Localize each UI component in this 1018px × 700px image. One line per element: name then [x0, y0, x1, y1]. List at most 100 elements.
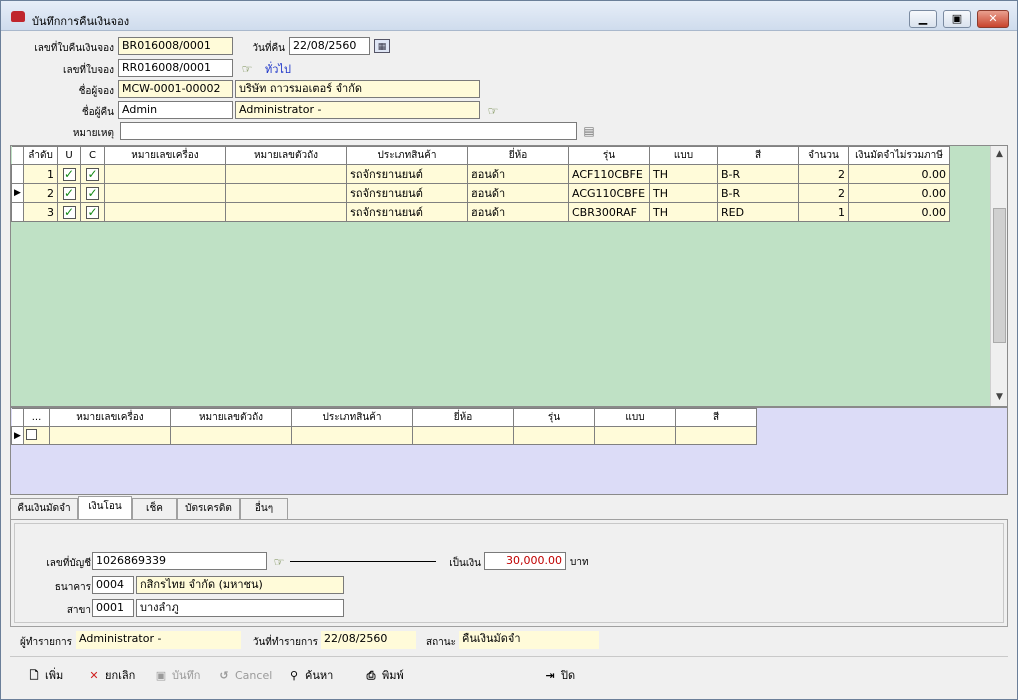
col-chassis-no[interactable]: หมายเลขตัวถัง: [170, 408, 292, 427]
remark-field[interactable]: [120, 122, 577, 140]
col-c[interactable]: C: [80, 146, 105, 165]
return-date-field[interactable]: 22/08/2560: [289, 37, 370, 55]
booker-name-field[interactable]: บริษัท ถาวรมอเตอร์ จำกัด: [235, 80, 480, 98]
col-chassis-no[interactable]: หมายเลขตัวถัง: [225, 146, 347, 165]
u-checkbox[interactable]: ✓: [62, 186, 76, 200]
cell-style: TH: [649, 164, 718, 184]
add-button[interactable]: 🗋 เพิ่ม: [26, 667, 64, 685]
select-checkbox[interactable]: [26, 428, 37, 440]
cell-type[interactable]: [291, 426, 413, 445]
col-deposit[interactable]: เงินมัดจำไม่รวมภาษี: [848, 146, 950, 165]
cell-chassis[interactable]: [225, 164, 347, 184]
u-checkbox[interactable]: ✓: [62, 205, 76, 219]
cell-chassis[interactable]: [225, 183, 347, 203]
col-qty[interactable]: จำนวน: [798, 146, 849, 165]
search-button[interactable]: ⚲ ค้นหา: [286, 667, 333, 685]
close-button[interactable]: ⇥ ปิด: [542, 667, 575, 685]
scrollbar-thumb[interactable]: [993, 208, 1006, 343]
cell-engine[interactable]: [104, 183, 226, 203]
account-lookup-icon[interactable]: ☞: [271, 555, 287, 569]
branch-code-field[interactable]: 0001: [92, 599, 134, 617]
table-row[interactable]: ▶: [11, 426, 757, 445]
print-button[interactable]: ⎙ พิมพ์: [363, 667, 404, 685]
booking-no-field[interactable]: RR016008/0001: [118, 59, 233, 77]
cell-deposit[interactable]: 0.00: [848, 183, 950, 203]
cell-color[interactable]: [675, 426, 757, 445]
cell-deposit[interactable]: 0.00: [848, 202, 950, 222]
col-color[interactable]: สี: [675, 408, 757, 427]
tab-credit-card[interactable]: บัตรเครดิต: [177, 498, 240, 519]
cell-u[interactable]: ✓: [57, 164, 81, 184]
tab-deposit-return[interactable]: คืนเงินมัดจำ: [10, 498, 78, 519]
cell-c[interactable]: ✓: [80, 202, 105, 222]
items-vertical-scrollbar[interactable]: ▲ ▼: [990, 146, 1007, 406]
col-style[interactable]: แบบ: [649, 146, 718, 165]
cell-c[interactable]: ✓: [80, 183, 105, 203]
cell-select[interactable]: [23, 426, 50, 445]
col-brand[interactable]: ยี่ห้อ: [467, 146, 569, 165]
branch-name-field[interactable]: บางลำภู: [136, 599, 344, 617]
col-engine-no[interactable]: หมายเลขเครื่อง: [104, 146, 226, 165]
scroll-up-icon[interactable]: ▲: [991, 146, 1008, 163]
branch-label: สาขา: [66, 605, 91, 616]
maximize-button[interactable]: ▣: [943, 10, 971, 28]
returner-lookup-icon[interactable]: ☞: [485, 104, 501, 118]
col-brand[interactable]: ยี่ห้อ: [412, 408, 514, 427]
cell-engine[interactable]: [104, 202, 226, 222]
scroll-down-icon[interactable]: ▼: [991, 389, 1008, 406]
c-checkbox[interactable]: ✓: [86, 205, 99, 219]
cancel-button[interactable]: ↺ Cancel: [216, 667, 272, 685]
table-row[interactable]: ▶ 2 ✓ ✓ รถจักรยานยนต์ ฮอนด้า ACG110CBFE …: [11, 183, 950, 203]
save-button[interactable]: ▣ บันทึก: [153, 667, 201, 685]
returner-code-field[interactable]: Admin: [118, 101, 233, 119]
minimize-button[interactable]: ▁: [909, 10, 937, 28]
items-table: ลำดับ U C หมายเลขเครื่อง หมายเลขตัวถัง ป…: [11, 146, 950, 222]
items-grid[interactable]: ลำดับ U C หมายเลขเครื่อง หมายเลขตัวถัง ป…: [10, 145, 1008, 407]
cancel-document-button[interactable]: ✕ ยกเลิก: [86, 667, 135, 685]
cell-engine[interactable]: [104, 164, 226, 184]
general-link[interactable]: ทั่วไป: [265, 60, 291, 78]
col-model[interactable]: รุ่น: [513, 408, 595, 427]
lookup-hand-icon[interactable]: ☞: [239, 62, 255, 76]
vehicle-grid[interactable]: ... หมายเลขเครื่อง หมายเลขตัวถัง ประเภทส…: [10, 407, 1008, 495]
cell-brand[interactable]: [412, 426, 514, 445]
table-row[interactable]: 3 ✓ ✓ รถจักรยานยนต์ ฮอนด้า CBR300RAF TH …: [11, 202, 950, 222]
calendar-icon[interactable]: ▦: [374, 39, 390, 53]
col-style[interactable]: แบบ: [594, 408, 676, 427]
col-model[interactable]: รุ่น: [568, 146, 650, 165]
cell-style[interactable]: [594, 426, 676, 445]
col-engine-no[interactable]: หมายเลขเครื่อง: [49, 408, 171, 427]
tab-other[interactable]: อื่นๆ: [240, 498, 288, 519]
receipt-no-field[interactable]: BR016008/0001: [118, 37, 233, 55]
cell-u[interactable]: ✓: [57, 183, 81, 203]
tab-transfer[interactable]: เงินโอน: [78, 496, 132, 519]
bank-name-field[interactable]: กสิกรไทย จำกัด (มหาชน): [136, 576, 344, 594]
col-select[interactable]: ...: [23, 408, 50, 427]
cell-model[interactable]: [513, 426, 595, 445]
returner-name-field[interactable]: Administrator -: [235, 101, 480, 119]
col-u[interactable]: U: [57, 146, 81, 165]
cell-deposit[interactable]: 0.00: [848, 164, 950, 184]
close-window-button[interactable]: ✕: [977, 10, 1009, 28]
cell-c[interactable]: ✓: [80, 164, 105, 184]
cell-engine[interactable]: [49, 426, 171, 445]
cell-chassis[interactable]: [170, 426, 292, 445]
cell-chassis[interactable]: [225, 202, 347, 222]
table-row[interactable]: 1 ✓ ✓ รถจักรยานยนต์ ฮอนด้า ACF110CBFE TH…: [11, 164, 950, 184]
col-color[interactable]: สี: [717, 146, 799, 165]
account-no-field[interactable]: 1026869339: [92, 552, 267, 570]
col-product-type[interactable]: ประเภทสินค้า: [291, 408, 413, 427]
cell-u[interactable]: ✓: [57, 202, 81, 222]
col-seq[interactable]: ลำดับ: [23, 146, 58, 165]
col-product-type[interactable]: ประเภทสินค้า: [346, 146, 468, 165]
bank-code-field[interactable]: 0004: [92, 576, 134, 594]
c-checkbox[interactable]: ✓: [86, 186, 99, 200]
c-checkbox[interactable]: ✓: [86, 167, 99, 181]
u-checkbox[interactable]: ✓: [62, 167, 76, 181]
amount-field[interactable]: 30,000.00: [484, 552, 566, 570]
booker-code-field[interactable]: MCW-0001-00002: [118, 80, 233, 98]
cell-model: CBR300RAF: [568, 202, 650, 222]
print-label: พิมพ์: [382, 669, 404, 682]
tab-cheque[interactable]: เช็ค: [132, 498, 177, 519]
remark-edit-icon[interactable]: ▤: [581, 124, 597, 138]
